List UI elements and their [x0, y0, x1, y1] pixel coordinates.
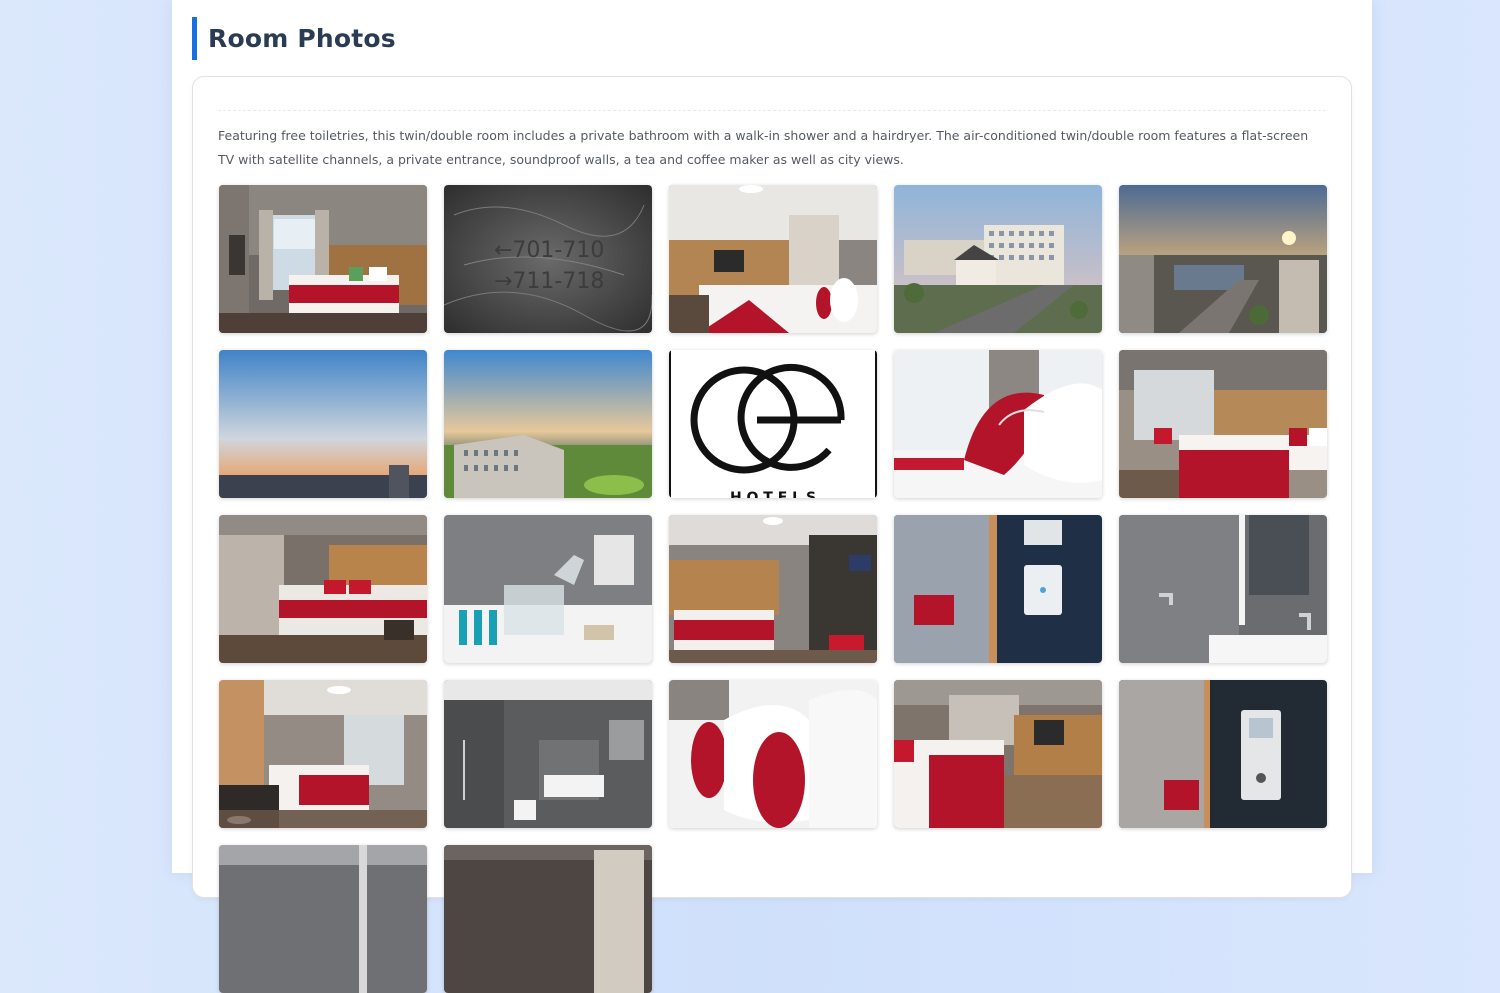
divider [218, 110, 1326, 111]
logo-text: H O T E L S [730, 490, 816, 498]
photo-bathroom-mirror[interactable] [219, 845, 427, 993]
photo-thermostat[interactable] [1119, 680, 1327, 828]
photo-bathroom-toiletries[interactable] [444, 515, 652, 663]
photo-room-kettle[interactable] [219, 680, 427, 828]
room-description: Featuring free toiletries, this twin/dou… [218, 128, 1309, 167]
section-title: Room Photos [192, 17, 396, 60]
photo-bathroom-shower[interactable] [1119, 515, 1327, 663]
sign-line2: →711-718 [494, 269, 604, 294]
photo-city-sunset[interactable] [1119, 185, 1327, 333]
photo-bathroom-interior[interactable] [444, 845, 652, 993]
photo-double-room-wide[interactable] [219, 515, 427, 663]
sign-line1: ←701-710 [494, 238, 604, 263]
photo-bedroom-window[interactable] [219, 185, 427, 333]
photo-bedroom-tv-2[interactable] [894, 680, 1102, 828]
page: Room Photos Featuring free toiletries, t… [172, 0, 1372, 993]
photo-hotel-logo[interactable]: H O T E L S [669, 350, 877, 498]
photo-twin-bedroom[interactable] [1119, 350, 1327, 498]
section-title-text: Room Photos [208, 24, 396, 53]
photo-grid: ←701-710 →711-718 H O T E L S [219, 185, 1327, 993]
photo-bedroom-tv[interactable] [669, 185, 877, 333]
photo-light-switch[interactable] [894, 515, 1102, 663]
photo-skyline-dawn[interactable] [219, 350, 427, 498]
room-photos-card: Featuring free toiletries, this twin/dou… [192, 76, 1352, 993]
photo-pillows-closeup-2[interactable] [669, 680, 877, 828]
photo-twin-room-desk[interactable] [669, 515, 877, 663]
photo-pillows-closeup[interactable] [894, 350, 1102, 498]
photo-grey-bathroom[interactable] [444, 680, 652, 828]
photo-room-number-sign[interactable]: ←701-710 →711-718 [444, 185, 652, 333]
photo-courtyard-aerial[interactable] [444, 350, 652, 498]
photo-hotel-exterior[interactable] [894, 185, 1102, 333]
